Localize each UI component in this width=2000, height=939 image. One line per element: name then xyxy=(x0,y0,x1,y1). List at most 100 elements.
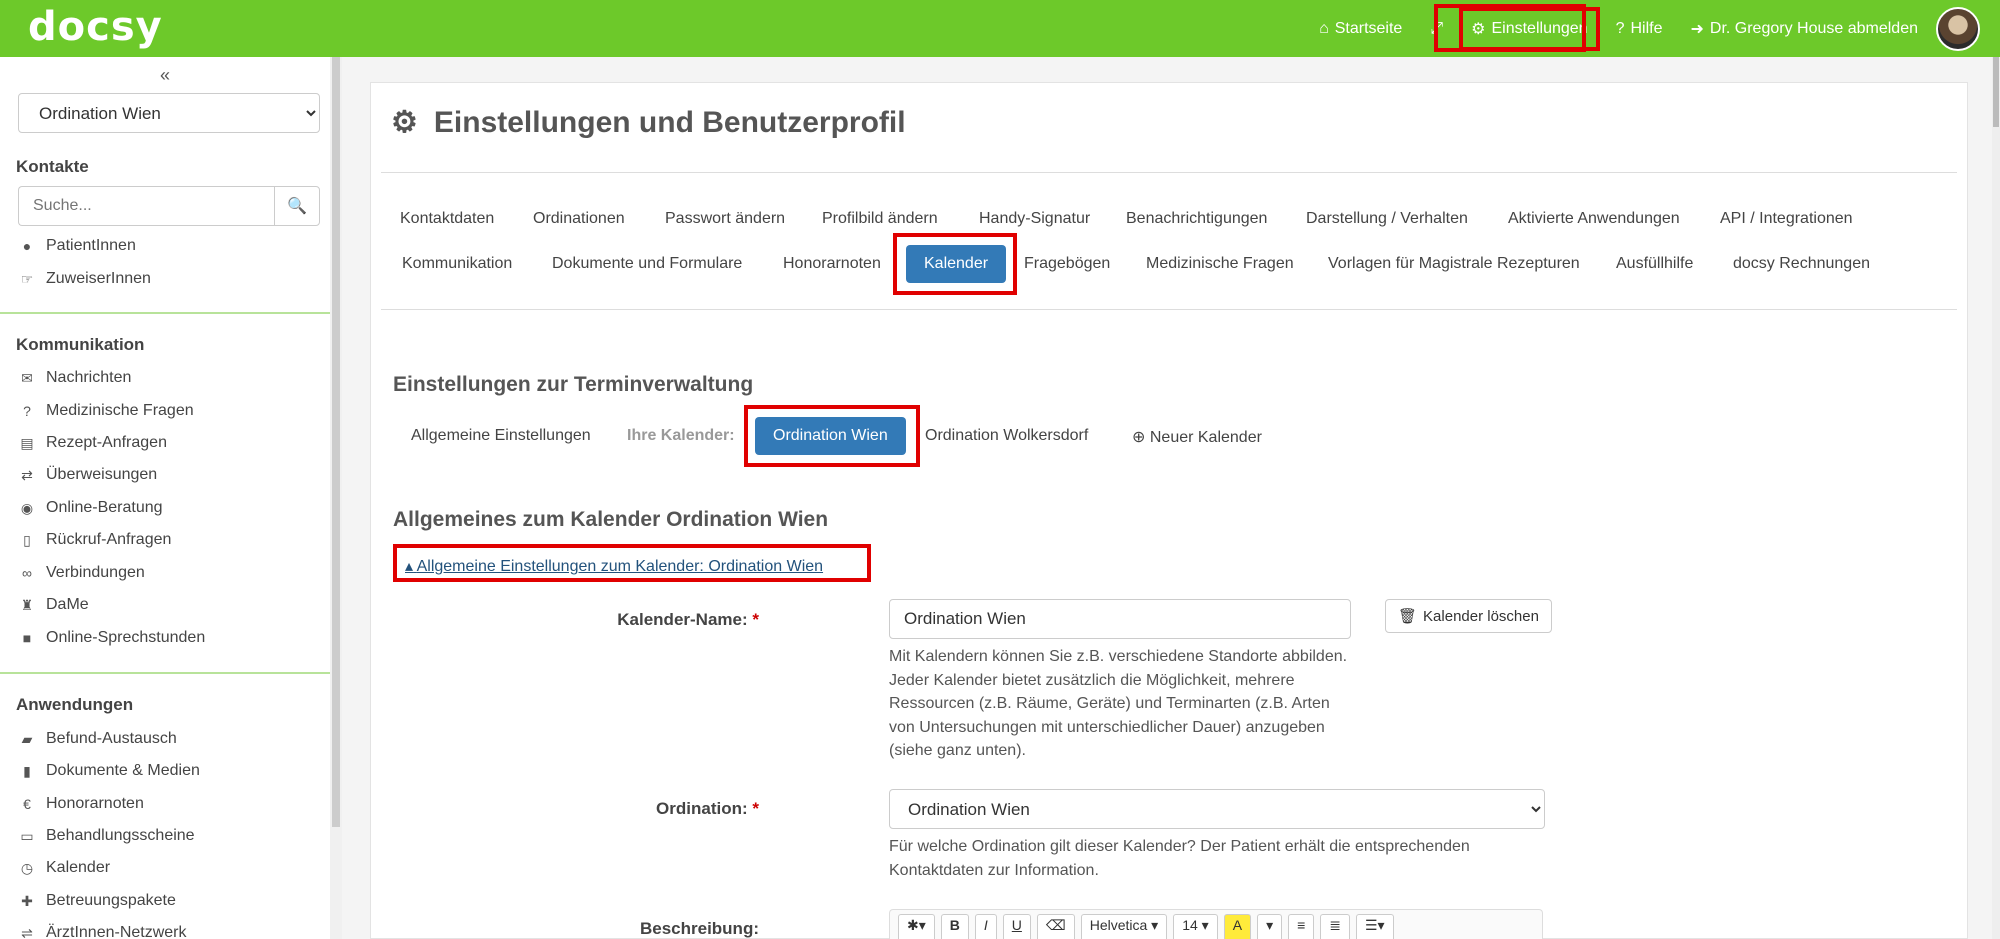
sidebar-item-prescriptions[interactable]: ▤ Rezept-Anfragen xyxy=(18,434,167,452)
bold-button[interactable]: B xyxy=(940,914,969,939)
tab-magistral-templates[interactable]: Vorlagen für Magistrale Rezepturen xyxy=(1328,255,1580,273)
eraser-icon[interactable]: ⌫ xyxy=(1036,914,1075,939)
folder-icon: ▰ xyxy=(21,730,33,747)
subtab-general[interactable]: Allgemeine Einstellungen xyxy=(411,427,591,445)
italic-button[interactable]: I xyxy=(974,914,997,939)
tab-notifications[interactable]: Benachrichtigungen xyxy=(1126,210,1267,228)
euro-icon: € xyxy=(23,796,31,812)
docsy-logo[interactable]: docsy xyxy=(28,4,163,50)
sidebar-scroll-thumb[interactable] xyxy=(332,57,340,827)
highlight-box xyxy=(744,405,920,467)
trash-icon: 🗑 xyxy=(1398,608,1418,625)
practice-select[interactable]: Ordination Wien xyxy=(18,93,320,133)
font-family-select[interactable]: Helvetica ▾ xyxy=(1080,914,1168,939)
sidebar-divider xyxy=(0,672,332,674)
highlight-box xyxy=(393,544,871,582)
tab-api[interactable]: API / Integrationen xyxy=(1720,210,1853,228)
calendar-heading: Allgemeines zum Kalender Ordination Wien xyxy=(393,508,829,531)
tab-profile-picture[interactable]: Profilbild ändern xyxy=(822,210,938,228)
sidebar: « Ordination Wien Kontakte 🔍 ● PatientInn… xyxy=(0,57,332,939)
sidebar-item-patients[interactable]: ● PatientInnen xyxy=(18,237,136,255)
dame-icon: ♜ xyxy=(20,596,34,613)
tab-appearance[interactable]: Darstellung / Verhalten xyxy=(1306,210,1468,228)
practice-dropdown[interactable]: Ordination Wien xyxy=(889,789,1545,829)
sidebar-item-medical-questions[interactable]: ? Medizinische Fragen xyxy=(18,402,194,420)
link-icon: ∞ xyxy=(22,565,32,581)
font-size-select[interactable]: 14 ▾ xyxy=(1173,914,1218,939)
calendar-name-help: Mit Kalendern können Sie z.B. verschiede… xyxy=(889,648,1348,759)
calendar-name-input[interactable] xyxy=(889,599,1351,639)
sidebar-item-callbacks[interactable]: ▯ Rückruf-Anfragen xyxy=(18,531,171,549)
search-button[interactable]: 🔍 xyxy=(274,186,320,226)
sidebar-item-doctor-network[interactable]: ⇌ ÄrztInnen-Netzwerk xyxy=(18,924,186,939)
sidebar-item-transfers[interactable]: ⇄ Überweisungen xyxy=(18,466,157,484)
sidebar-item-label: Dokumente & Medien xyxy=(46,762,200,779)
delete-calendar-button[interactable]: 🗑 Kalender löschen xyxy=(1385,599,1552,633)
practice-label-text: Ordination: xyxy=(656,799,748,818)
sidebar-item-findings[interactable]: ▰ Befund-Austausch xyxy=(18,730,177,748)
search-input[interactable] xyxy=(18,186,274,226)
collapse-sidebar-icon[interactable]: « xyxy=(160,65,170,86)
sidebar-item-label: Online-Sprechstunden xyxy=(46,629,206,646)
color-dropdown[interactable]: ▾ xyxy=(1257,914,1283,939)
required-marker: * xyxy=(752,610,759,629)
sidebar-scrollbar[interactable] xyxy=(330,57,342,939)
prescription-icon: ▤ xyxy=(20,434,34,451)
sidebar-item-online-consult[interactable]: ◉ Online-Beratung xyxy=(18,499,163,517)
sidebar-item-invoices[interactable]: € Honorarnoten xyxy=(18,795,144,813)
highlight-color-icon[interactable]: A xyxy=(1223,914,1252,939)
title-divider xyxy=(381,172,1957,173)
tab-practices[interactable]: Ordinationen xyxy=(533,210,625,228)
tab-medical-questions[interactable]: Medizinische Fragen xyxy=(1146,255,1294,273)
tab-mobile-signature[interactable]: Handy-Signatur xyxy=(979,210,1090,228)
tab-password[interactable]: Passwort ändern xyxy=(665,210,785,228)
tab-docsy-invoices[interactable]: docsy Rechnungen xyxy=(1733,255,1870,273)
nav-logout-label: Dr. Gregory House abmelden xyxy=(1709,19,1918,37)
underline-button[interactable]: U xyxy=(1002,914,1031,939)
sidebar-item-documents[interactable]: ▮ Dokumente & Medien xyxy=(18,762,200,780)
bullet-list-icon[interactable]: ≡ xyxy=(1288,914,1315,939)
subtab-calendar-wolkersdorf[interactable]: Ordination Wolkersdorf xyxy=(925,427,1088,445)
sidebar-item-care-packages[interactable]: ✚ Betreuungspakete xyxy=(18,892,176,910)
required-marker: * xyxy=(752,799,759,818)
nav-home[interactable]: ⌂ Startseite xyxy=(1319,20,1402,38)
nav-help[interactable]: ? Hilfe xyxy=(1616,20,1663,38)
sidebar-item-treatment-slips[interactable]: ▭ Behandlungsscheine xyxy=(18,827,194,845)
tab-invoices[interactable]: Honorarnoten xyxy=(783,255,881,273)
highlight-box xyxy=(893,233,1017,295)
clock-icon: ◷ xyxy=(20,859,34,876)
sign-out-icon: ➜ xyxy=(1690,20,1704,38)
tab-communication[interactable]: Kommunikation xyxy=(402,255,512,273)
tab-questionnaires[interactable]: Fragebögen xyxy=(1024,255,1110,273)
numbered-list-icon[interactable]: ≣ xyxy=(1320,914,1350,939)
user-icon: ● xyxy=(22,238,32,254)
sidebar-item-connections[interactable]: ∞ Verbindungen xyxy=(18,564,145,582)
referral-icon: ☞ xyxy=(20,270,34,287)
tab-fill-help[interactable]: Ausfüllhilfe xyxy=(1616,255,1693,273)
sidebar-item-messages[interactable]: ✉ Nachrichten xyxy=(18,369,131,387)
page-scrollbar[interactable] xyxy=(1992,57,2000,939)
tabs-divider xyxy=(381,309,1957,310)
sidebar-item-calendar[interactable]: ◷ Kalender xyxy=(18,859,110,877)
sidebar-item-referrers[interactable]: ☞ ZuweiserInnen xyxy=(18,270,151,288)
envelope-icon: ✉ xyxy=(21,369,33,386)
nav-logout[interactable]: ➜ Dr. Gregory House abmelden xyxy=(1690,19,1918,39)
plus-circle-icon: ⊕ xyxy=(1132,429,1146,446)
sidebar-item-label: Nachrichten xyxy=(46,369,132,386)
top-nav: ⌂ Startseite ⤢ ⚙ Einstellungen ? Hilfe ➜ Dr.… xyxy=(1291,0,1980,57)
tab-activated-apps[interactable]: Aktivierte Anwendungen xyxy=(1508,210,1680,228)
subtab-new-calendar[interactable]: ⊕ Neuer Kalender xyxy=(1132,427,1262,447)
magic-wand-icon[interactable]: ✱▾ xyxy=(898,914,935,939)
align-icon[interactable]: ☰▾ xyxy=(1356,914,1394,939)
sidebar-item-label: Befund-Austausch xyxy=(46,730,177,747)
sidebar-divider xyxy=(0,312,332,314)
your-calendars-label: Ihre Kalender: xyxy=(627,427,735,444)
tab-documents-forms[interactable]: Dokumente und Formulare xyxy=(552,255,742,273)
sidebar-item-dame[interactable]: ♜ DaMe xyxy=(18,596,89,614)
avatar[interactable] xyxy=(1936,6,1980,51)
sidebar-item-online-hours[interactable]: ■ Online-Sprechstunden xyxy=(18,629,205,647)
page-scroll-thumb[interactable] xyxy=(1993,57,1999,127)
tab-contact-data[interactable]: Kontaktdaten xyxy=(400,210,494,228)
sidebar-item-label: DaMe xyxy=(46,596,89,613)
sidebar-item-label: Rückruf-Anfragen xyxy=(46,531,172,548)
